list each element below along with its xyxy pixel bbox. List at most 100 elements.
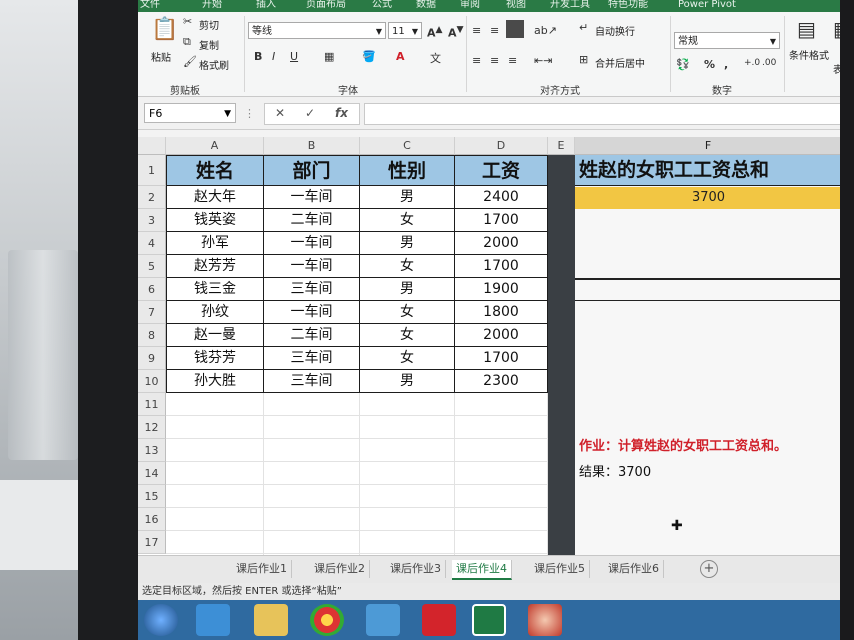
- table-cell[interactable]: 2000: [455, 232, 548, 255]
- table-header-cell[interactable]: 姓名: [166, 155, 264, 186]
- table-cell[interactable]: 1700: [455, 255, 548, 278]
- table-header-cell[interactable]: 工资: [455, 155, 548, 186]
- table-cell[interactable]: 2300: [455, 370, 548, 393]
- align-center-icon[interactable]: ≡: [490, 54, 499, 67]
- table-cell[interactable]: 赵一曼: [166, 324, 264, 347]
- table-cell[interactable]: 一车间: [264, 232, 360, 255]
- ribbon-tab[interactable]: 特色功能: [608, 0, 648, 10]
- ribbon-tab[interactable]: 开始: [202, 0, 222, 10]
- enter-icon[interactable]: ✓: [305, 106, 315, 120]
- ribbon-tab[interactable]: 文件: [140, 0, 160, 10]
- column-header[interactable]: B: [264, 137, 360, 155]
- wrap-text-button[interactable]: ↵ 自动换行: [578, 20, 670, 40]
- orientation-icon[interactable]: ab↗: [534, 24, 557, 37]
- table-cell[interactable]: 赵大年: [166, 186, 264, 209]
- row-header[interactable]: 15: [138, 485, 166, 508]
- avatar-app-icon[interactable]: [528, 604, 562, 636]
- table-cell[interactable]: 男: [360, 278, 455, 301]
- table-cell[interactable]: 1900: [455, 278, 548, 301]
- row-header[interactable]: 2: [138, 186, 166, 209]
- f-title-cell[interactable]: 姓赵的女职工工资总和: [575, 155, 842, 186]
- row-header[interactable]: 13: [138, 439, 166, 462]
- table-header-cell[interactable]: 性别: [360, 155, 455, 186]
- paste-button[interactable]: 📋 粘贴: [144, 16, 180, 76]
- border-icon[interactable]: ▦: [324, 50, 334, 63]
- sheet-tab[interactable]: 课后作业6: [604, 560, 664, 578]
- table-cell[interactable]: 2400: [455, 186, 548, 209]
- merge-center-button[interactable]: ⊞ 合并后居中: [578, 52, 672, 72]
- align-right-icon[interactable]: ≡: [508, 54, 517, 67]
- currency-icon[interactable]: 💱: [676, 58, 690, 71]
- row-header[interactable]: 3: [138, 209, 166, 232]
- column-header[interactable]: C: [360, 137, 455, 155]
- table-cell[interactable]: 三车间: [264, 370, 360, 393]
- table-header-cell[interactable]: 部门: [264, 155, 360, 186]
- ribbon-tab[interactable]: 插入: [256, 0, 276, 10]
- ribbon-tab[interactable]: 视图: [506, 0, 526, 10]
- worksheet-grid[interactable]: 姓赵的女职工工资总和 3700 作业：计算姓赵的女职工工资总和。 结果：3700…: [138, 137, 842, 555]
- chrome-icon[interactable]: [310, 604, 344, 636]
- table-cell[interactable]: 孙纹: [166, 301, 264, 324]
- table-cell[interactable]: 二车间: [264, 324, 360, 347]
- table-cell[interactable]: 女: [360, 301, 455, 324]
- table-cell[interactable]: 三车间: [264, 278, 360, 301]
- select-all-corner[interactable]: [138, 137, 166, 155]
- table-cell[interactable]: 2000: [455, 324, 548, 347]
- table-cell[interactable]: 男: [360, 186, 455, 209]
- youdao-icon[interactable]: [422, 604, 456, 636]
- row-header[interactable]: 17: [138, 531, 166, 554]
- percent-icon[interactable]: %: [704, 58, 715, 71]
- excel-icon[interactable]: [472, 604, 506, 636]
- insert-function-icon[interactable]: fx: [335, 106, 348, 120]
- table-cell[interactable]: 男: [360, 370, 455, 393]
- sheet-tab[interactable]: 课后作业5: [530, 560, 590, 578]
- sheet-tab[interactable]: 课后作业4: [452, 560, 512, 580]
- font-name-combo[interactable]: 等线 ▼: [248, 22, 386, 39]
- table-cell[interactable]: 一车间: [264, 301, 360, 324]
- grow-font-icon[interactable]: A▲: [427, 24, 443, 40]
- font-size-combo[interactable]: 11 ▼: [388, 22, 422, 39]
- indent-icon[interactable]: ⇤⇥: [534, 54, 552, 67]
- ribbon-tab[interactable]: 审阅: [460, 0, 480, 10]
- table-cell[interactable]: 女: [360, 209, 455, 232]
- comma-icon[interactable]: ,: [724, 58, 728, 71]
- row-header[interactable]: 16: [138, 508, 166, 531]
- increase-decimal-icon[interactable]: +.0: [744, 58, 760, 68]
- ribbon-tab[interactable]: 数据: [416, 0, 436, 10]
- table-cell[interactable]: 1800: [455, 301, 548, 324]
- phonetic-icon[interactable]: 文: [430, 50, 441, 66]
- align-top-icon[interactable]: ≡: [472, 24, 481, 37]
- ie-icon[interactable]: [196, 604, 230, 636]
- table-cell[interactable]: 一车间: [264, 255, 360, 278]
- align-bottom-icon[interactable]: [506, 20, 524, 38]
- row-header[interactable]: 10: [138, 370, 166, 393]
- selected-cell-f6[interactable]: [575, 278, 842, 301]
- cancel-icon[interactable]: ✕: [275, 106, 285, 120]
- fill-color-icon[interactable]: 🪣: [362, 50, 376, 63]
- row-header[interactable]: 9: [138, 347, 166, 370]
- table-cell[interactable]: 孙军: [166, 232, 264, 255]
- table-cell[interactable]: 二车间: [264, 209, 360, 232]
- italic-icon[interactable]: I: [272, 50, 275, 63]
- f-result-cell[interactable]: 3700: [575, 187, 842, 209]
- name-box[interactable]: F6 ▼: [144, 103, 236, 123]
- table-cell[interactable]: 赵芳芳: [166, 255, 264, 278]
- row-header[interactable]: 6: [138, 278, 166, 301]
- align-middle-icon[interactable]: ≡: [490, 24, 499, 37]
- conditional-format-button[interactable]: ▤ 条件格式: [788, 16, 832, 78]
- add-sheet-icon[interactable]: +: [700, 560, 718, 578]
- sheet-tab[interactable]: 课后作业1: [232, 560, 292, 578]
- font-color-icon[interactable]: A: [396, 50, 405, 63]
- column-header[interactable]: A: [166, 137, 264, 155]
- table-cell[interactable]: 钱三金: [166, 278, 264, 301]
- row-header[interactable]: 1: [138, 155, 166, 186]
- row-header[interactable]: 4: [138, 232, 166, 255]
- table-cell[interactable]: 钱芬芳: [166, 347, 264, 370]
- row-header[interactable]: 11: [138, 393, 166, 416]
- file-explorer-icon[interactable]: [254, 604, 288, 636]
- table-cell[interactable]: 三车间: [264, 347, 360, 370]
- table-cell[interactable]: 男: [360, 232, 455, 255]
- decrease-decimal-icon[interactable]: .00: [762, 58, 776, 68]
- pen-app-icon[interactable]: [366, 604, 400, 636]
- table-cell[interactable]: 女: [360, 324, 455, 347]
